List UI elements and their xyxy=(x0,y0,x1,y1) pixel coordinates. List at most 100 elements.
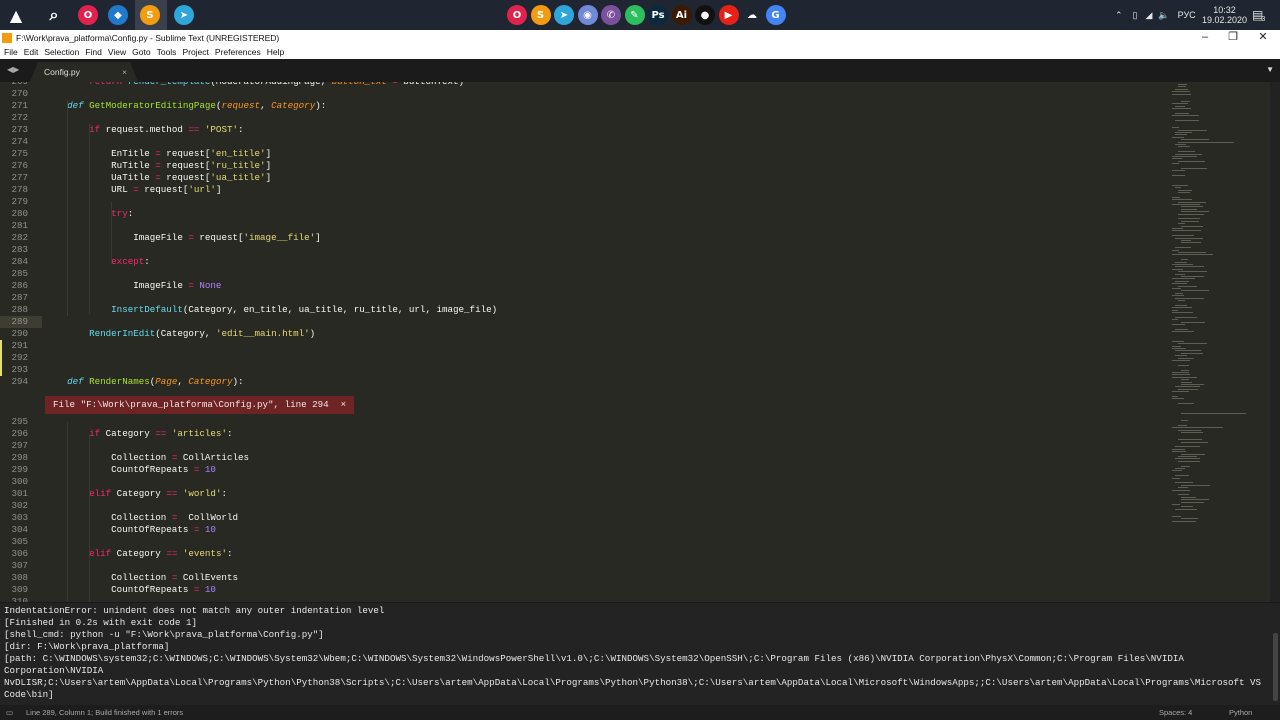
minimap-line xyxy=(1172,230,1202,232)
maximize-button[interactable]: ❐ xyxy=(1218,30,1248,45)
build-output-panel[interactable]: IndentationError: unindent does not matc… xyxy=(0,602,1280,705)
clock[interactable]: 10:32 19.02.2020 xyxy=(1202,0,1247,30)
code-token: Collection xyxy=(45,572,172,583)
minimap-line xyxy=(1178,223,1186,225)
code-token: 'world' xyxy=(182,488,222,499)
code-line: ImageFile = request['image__file'] xyxy=(45,232,321,244)
minimap-line xyxy=(1175,297,1205,299)
minimap-line xyxy=(1175,247,1191,249)
error-popup-close-icon[interactable]: × xyxy=(341,396,347,414)
notification-center-button[interactable]: ▤ 3 xyxy=(1252,0,1265,30)
minimap-line xyxy=(1181,290,1210,292)
minimap-line xyxy=(1178,160,1205,162)
code-token: ] xyxy=(265,172,272,183)
code-line: Collection = CollEvents xyxy=(45,572,238,584)
minimap-line xyxy=(1172,278,1195,280)
evernote-icon[interactable]: ✎ xyxy=(624,5,645,25)
code-token: Collection xyxy=(45,452,172,463)
close-window-button[interactable]: ✕ xyxy=(1248,30,1278,45)
panel-toggle-icon[interactable]: ▭ xyxy=(6,705,13,720)
minimap-line xyxy=(1172,235,1194,237)
telegram-icon[interactable]: ➤ xyxy=(174,5,194,25)
minimap-line xyxy=(1178,86,1186,88)
code-line: CountOfRepeats = 10 xyxy=(45,464,216,476)
sublime-icon[interactable]: S xyxy=(530,5,551,25)
indentation-setting[interactable]: Spaces: 4 xyxy=(1159,705,1192,720)
code-editor[interactable]: 2692702712722732742752762772782792802812… xyxy=(0,82,1280,602)
menu-help[interactable]: Help xyxy=(267,47,284,57)
viber-icon[interactable]: ✆ xyxy=(601,5,621,25)
search-icon[interactable]: ⌕ xyxy=(44,5,64,25)
menu-preferences[interactable]: Preferences xyxy=(215,47,261,57)
opera-icon[interactable]: O xyxy=(78,5,98,25)
minimap-line xyxy=(1172,158,1182,160)
minimap-line xyxy=(1172,228,1183,229)
minimize-button[interactable]: – xyxy=(1190,30,1220,45)
minimap-line xyxy=(1175,187,1182,189)
tab-nav-arrows-icon[interactable]: ◀▶ xyxy=(7,65,19,74)
minimap-line xyxy=(1172,489,1190,491)
tab-dropdown-icon[interactable]: ▼ xyxy=(1266,65,1274,74)
minimap-line xyxy=(1172,204,1200,205)
line-number: 289 xyxy=(11,316,28,327)
minimap-line xyxy=(1181,496,1196,498)
tab-close-icon[interactable]: × xyxy=(122,62,127,82)
output-scrollbar[interactable] xyxy=(1273,633,1278,701)
indent-guide xyxy=(67,422,68,602)
line-number: 270 xyxy=(11,88,28,99)
line-number: 272 xyxy=(11,112,28,123)
telegram-icon[interactable]: ➤ xyxy=(554,5,574,25)
minimap-line xyxy=(1172,398,1184,400)
menu-view[interactable]: View xyxy=(108,47,126,57)
minimap-line xyxy=(1181,139,1210,141)
syntax-selector[interactable]: Python xyxy=(1229,705,1252,720)
line-number: 285 xyxy=(11,268,28,279)
minimap-line xyxy=(1181,259,1188,261)
photoshop-icon[interactable]: Ps xyxy=(648,5,668,25)
menu-project[interactable]: Project xyxy=(182,47,208,57)
menu-edit[interactable]: Edit xyxy=(24,47,39,57)
minimap-line xyxy=(1178,285,1197,287)
chevron-up-icon[interactable]: ⌃ xyxy=(1115,10,1123,21)
tab-config-py[interactable]: Config.py × xyxy=(30,62,138,82)
illustrator-icon[interactable]: Ai xyxy=(671,5,692,25)
menu-find[interactable]: Find xyxy=(85,47,102,57)
opera-icon[interactable]: O xyxy=(507,5,527,25)
vscode-icon[interactable]: ◆ xyxy=(108,5,128,25)
youtube-icon[interactable]: ▶ xyxy=(718,5,739,25)
minimap-line xyxy=(1181,242,1201,244)
code-token: 'ru_title' xyxy=(210,160,266,171)
battery-icon[interactable]: ▯ xyxy=(1133,10,1138,21)
minimap-line xyxy=(1175,386,1200,388)
menu-tools[interactable]: Tools xyxy=(157,47,177,57)
menu-file[interactable]: File xyxy=(4,47,18,57)
line-number: 308 xyxy=(11,572,28,583)
code-token: ] xyxy=(265,160,272,171)
minimap-line xyxy=(1172,340,1185,342)
discord-icon[interactable]: ◉ xyxy=(577,5,598,25)
error-popup: File "F:\Work\prava_platforma\Config.py"… xyxy=(45,396,355,414)
volume-icon[interactable]: 🔈 xyxy=(1158,10,1169,21)
soundcloud-icon[interactable]: ☁ xyxy=(742,5,762,25)
minimap-line xyxy=(1172,396,1179,397)
system-tray: ⌃ ▯ ◢ 🔈 РУС xyxy=(1115,0,1196,30)
minimap-line xyxy=(1178,213,1204,215)
wifi-icon[interactable]: ◢ xyxy=(1146,10,1153,21)
app-launcher-icon[interactable]: ▲ xyxy=(6,5,26,25)
music-icon[interactable]: ● xyxy=(695,5,715,25)
minimap-line xyxy=(1181,321,1206,323)
editor-scrollbar[interactable] xyxy=(1270,82,1280,602)
sublime-icon[interactable]: S xyxy=(140,5,160,25)
language-indicator[interactable]: РУС xyxy=(1178,10,1196,20)
minimap-line xyxy=(1175,482,1194,484)
minimap-line xyxy=(1172,115,1200,117)
line-number: 293 xyxy=(11,364,28,375)
translate-icon[interactable]: G xyxy=(765,5,786,25)
menu-selection[interactable]: Selection xyxy=(44,47,79,57)
indent-guide xyxy=(89,124,90,314)
code-line: InsertDefault(Category, en_title, ua_tit… xyxy=(45,304,497,316)
menu-goto[interactable]: Goto xyxy=(132,47,150,57)
minimap[interactable] xyxy=(1168,82,1268,602)
code-token: request[ xyxy=(160,148,211,159)
